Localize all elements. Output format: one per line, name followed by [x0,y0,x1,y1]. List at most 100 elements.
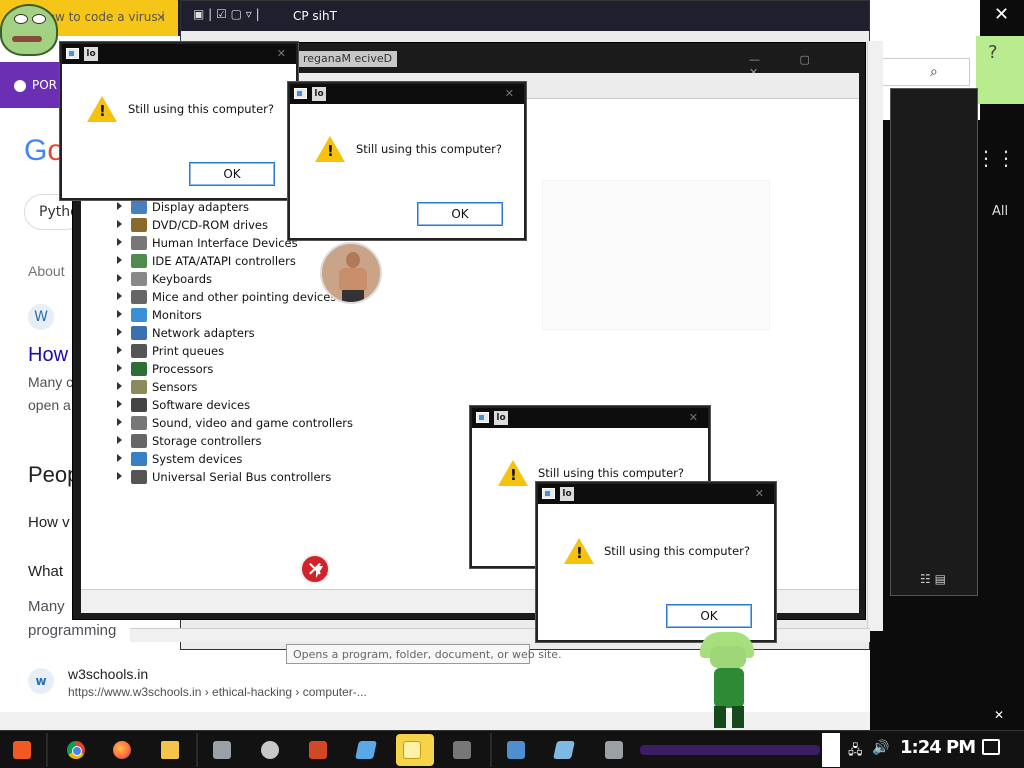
close-icon[interactable]: ✕ [277,47,286,60]
chrome-icon [67,741,85,759]
desktop: how to code a virus i × POR Go Pytho Abo… [0,0,1024,768]
notification-icon[interactable] [982,739,1000,755]
clock[interactable]: 1:24 PM [900,737,976,758]
vertical-scrollbar[interactable] [867,41,883,631]
result-snippet-line: Many c [28,374,74,390]
device-category-label: Mice and other pointing devices [152,290,337,304]
mouse-cursor-icon [316,566,323,578]
device-category-label: Print queues [152,344,225,358]
expand-arrow-icon[interactable] [117,310,122,318]
extension-label: POR [32,78,58,92]
expand-arrow-icon[interactable] [117,436,122,444]
media-icon [261,741,279,759]
expand-arrow-icon[interactable] [117,418,122,426]
taskbar-file-explorer[interactable] [154,734,186,766]
right-search-field[interactable] [870,58,970,86]
taskbar-app[interactable] [500,734,532,766]
cartoon-character-sticker [696,632,770,728]
logo-letter-g: G [24,134,48,167]
taskbar-app[interactable] [254,734,286,766]
show-desktop-button[interactable] [822,733,840,767]
device-icon [131,236,147,250]
device-icon [131,344,147,358]
expand-arrow-icon[interactable] [117,346,122,354]
explorer-titlebar[interactable]: ▣ | ☑ ▢ ▿ | CP sihT [181,1,869,31]
radio-icon [14,79,26,92]
faded-dialog [542,180,770,330]
window-icon [66,48,79,59]
taskbar: 🖧 🔊 1:24 PM [0,730,1024,768]
expand-arrow-icon[interactable] [117,400,122,408]
close-icon[interactable]: ✕ [689,411,698,424]
dialog-titlebar[interactable]: lo ✕ [538,484,774,504]
still-using-dialog: lo ✕ ! Still using this computer? OK [536,482,776,642]
expand-arrow-icon[interactable] [117,364,122,372]
expand-arrow-icon[interactable] [117,274,122,282]
paa-question[interactable]: What [28,563,63,580]
expand-arrow-icon[interactable] [117,472,122,480]
device-icon [131,380,147,394]
expand-arrow-icon[interactable] [117,238,122,246]
result-site-name[interactable]: w3schools.in [68,666,148,682]
taskbar-powerpoint[interactable] [302,734,334,766]
result-url[interactable]: https://www.w3schools.in › ethical-hacki… [68,685,367,699]
app-icon: lo [560,487,574,501]
error-icon[interactable]: ✕ [300,554,330,584]
dialog-titlebar[interactable]: lo ✕ [472,408,708,428]
expand-arrow-icon[interactable] [117,220,122,228]
view-toggle-icon[interactable]: ☷ ▤ [920,572,946,586]
dialog-titlebar[interactable]: lo ✕ [290,84,524,104]
expand-arrow-icon[interactable] [117,454,122,462]
w3schools-icon: w [28,668,54,694]
close-icon[interactable]: ✕ [994,4,1009,25]
all-tab[interactable]: All [992,204,1008,219]
device-icon [131,452,147,466]
google-logo[interactable]: Go [24,134,64,168]
search-icon[interactable]: ⌕ [930,64,938,80]
avatar[interactable] [320,242,382,304]
device-category-label: Display adapters [152,200,250,214]
start-button[interactable] [6,734,38,766]
device-category-label: Universal Serial Bus controllers [152,470,332,484]
frog-sticker-icon [0,0,62,62]
close-icon[interactable]: ✕ [505,87,514,100]
taskbar-app[interactable] [350,734,382,766]
expand-arrow-icon[interactable] [117,256,122,264]
help-icon[interactable]: ? [988,42,998,63]
device-icon [131,200,147,214]
dialog-titlebar[interactable]: lo ✕ [62,44,296,64]
window-icon [553,741,575,759]
taskbar-calculator[interactable] [396,734,434,766]
apps-grid-icon[interactable]: ⋮⋮⋮ [976,146,1024,170]
device-category-label: System devices [152,452,243,466]
volume-icon[interactable]: 🔊 [872,740,889,756]
window-icon [476,412,489,423]
expand-arrow-icon[interactable] [117,202,122,210]
still-using-dialog: lo ✕ ! Still using this computer? OK [288,82,526,240]
expand-arrow-icon[interactable] [117,292,122,300]
device-manager-title: reganaM eciveD [299,51,397,67]
device-icon [131,416,147,430]
result-title-link[interactable]: How [28,344,68,367]
ok-button[interactable]: OK [666,604,752,628]
taskbar-firefox[interactable] [106,734,138,766]
window-icon [294,88,307,99]
close-icon[interactable]: ✕ [994,708,1004,722]
window-icon [355,741,377,759]
paragraph-line: Many [28,598,65,615]
paa-question[interactable]: How v [28,514,70,531]
expand-arrow-icon[interactable] [117,328,122,336]
expand-arrow-icon[interactable] [117,382,122,390]
device-icon [131,290,147,304]
ok-button[interactable]: OK [417,202,503,226]
quick-access-icons[interactable]: ▣ | ☑ ▢ ▿ | [193,7,260,21]
taskbar-app[interactable] [206,734,238,766]
taskbar-app[interactable] [446,734,478,766]
network-icon[interactable]: 🖧 [848,741,863,763]
ok-button[interactable]: OK [189,162,275,186]
taskbar-app[interactable] [598,734,630,766]
close-icon[interactable]: ✕ [755,487,764,500]
tab-close-icon[interactable]: × [156,10,166,24]
taskbar-chrome[interactable] [60,734,92,766]
taskbar-app[interactable] [548,734,580,766]
